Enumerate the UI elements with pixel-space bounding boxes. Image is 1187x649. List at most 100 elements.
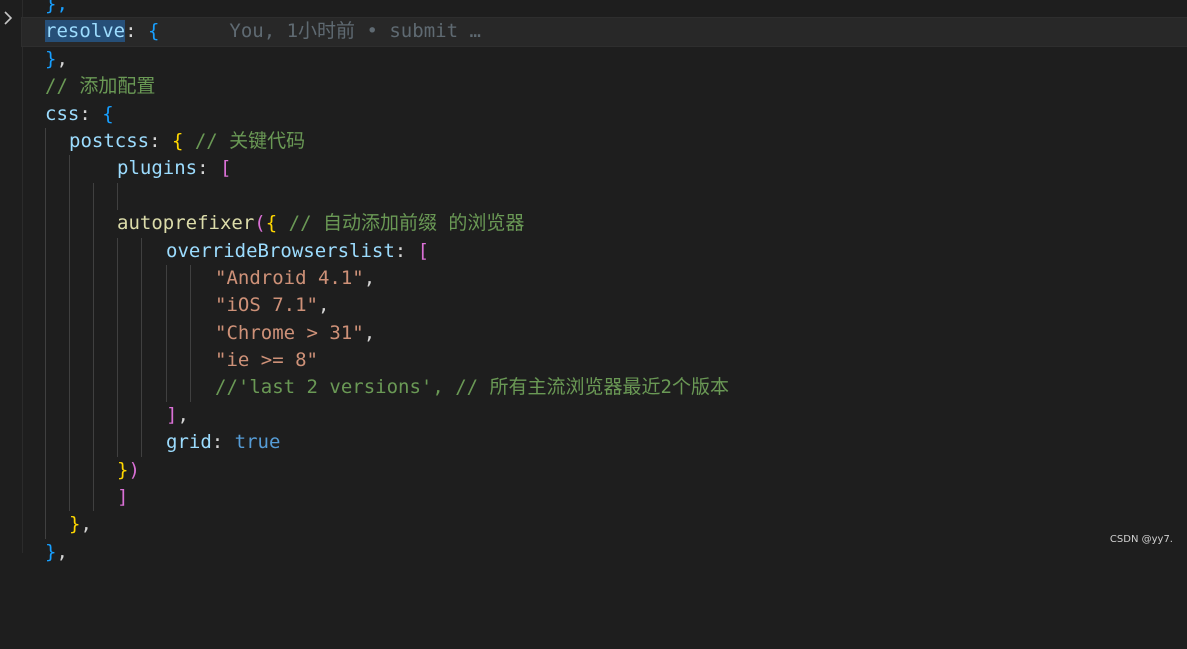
code-token: , [317, 294, 330, 317]
code-token: { [147, 20, 160, 43]
indent-guide [93, 237, 94, 265]
editor-gutter [0, 0, 23, 553]
code-token: : [125, 20, 148, 43]
code-token: { [102, 102, 114, 125]
indent-guide [190, 264, 191, 293]
code-token: autoprefixer [117, 212, 255, 235]
code-comment: // 添加配置 [45, 75, 156, 98]
code-comment: //'last 2 versions', // 所有主流浏览器最近2个版本 [215, 376, 729, 399]
code-token: postcss [69, 129, 150, 152]
code-token: : [197, 157, 220, 180]
indent-guide [93, 210, 94, 238]
code-token: : [149, 129, 172, 152]
indent-guide [45, 347, 46, 375]
indent-guide [45, 155, 46, 183]
code-line [22, 182, 1187, 211]
indent-guide [117, 292, 118, 320]
indent-guide [166, 374, 167, 402]
code-string: "Chrome > 31" [215, 321, 364, 344]
code-token: , [80, 513, 92, 536]
code-token: , [56, 540, 68, 563]
indent-guide [45, 429, 46, 457]
code-token: resolve [45, 20, 126, 43]
indent-guide [45, 182, 46, 211]
code-line: }, [22, 46, 1187, 73]
code-token: , [363, 321, 376, 344]
indent-guide [69, 264, 70, 293]
indent-guide [190, 374, 191, 402]
indent-guide [166, 319, 167, 348]
code-token: : [394, 239, 418, 262]
code-line: grid: true [22, 429, 1187, 457]
code-token: } [45, 540, 57, 563]
code-line: css: { [22, 101, 1187, 128]
indent-guide [45, 264, 46, 293]
indent-guide [190, 292, 191, 320]
indent-guide [117, 182, 118, 211]
code-token: [ [219, 157, 232, 180]
indent-guide [93, 292, 94, 320]
indent-guide [190, 347, 191, 375]
indent-guide [45, 456, 46, 485]
code-keyword: true [234, 431, 281, 454]
indent-guide [69, 347, 70, 375]
code-comment: // 关键代码 [183, 129, 306, 152]
indent-guide [166, 292, 167, 320]
code-token: ] [117, 486, 129, 509]
indent-guide [190, 319, 191, 348]
code-line: "iOS 7.1", [22, 292, 1187, 320]
chevron-right-icon[interactable] [2, 9, 16, 27]
indent-guide [166, 347, 167, 375]
code-line: }, [22, 0, 1187, 18]
indent-guide [93, 401, 94, 430]
code-comment: // 自动添加前缀 的浏览器 [277, 212, 525, 235]
indent-guide [141, 264, 142, 293]
indent-guide [93, 182, 94, 211]
code-token: { [171, 129, 184, 152]
code-token: [ [417, 239, 430, 262]
code-token: } [117, 458, 129, 481]
code-string: "Android 4.1" [215, 266, 364, 289]
code-token: , [56, 47, 68, 70]
indent-guide [69, 155, 70, 183]
indent-guide [45, 511, 46, 539]
indent-guide [69, 374, 70, 402]
indent-guide [69, 210, 70, 238]
indent-guide [117, 319, 118, 348]
indent-guide [141, 429, 142, 457]
code-line: "Android 4.1", [22, 264, 1187, 293]
indent-guide [141, 292, 142, 320]
indent-guide [45, 237, 46, 265]
code-line: // 添加配置 [22, 73, 1187, 100]
indent-guide [93, 374, 94, 402]
indent-guide [141, 347, 142, 375]
indent-guide [69, 319, 70, 348]
code-token: ] [166, 403, 178, 426]
code-line: ], [22, 401, 1187, 430]
code-string: "ie >= 8" [215, 349, 318, 372]
code-line-current: resolve: { You, 1小时前 • submit … [21, 17, 1187, 47]
code-token: }, [45, 0, 68, 15]
indent-guide [69, 401, 70, 430]
code-line: overrideBrowserslist: [ [22, 237, 1187, 265]
indent-guide [166, 264, 167, 293]
indent-guide [93, 264, 94, 293]
git-blame-annotation: You, 1小时前 • submit … [229, 20, 481, 43]
indent-guide [141, 374, 142, 402]
code-string: "iOS 7.1" [215, 294, 318, 317]
code-line: "Chrome > 31", [22, 319, 1187, 348]
indent-guide [45, 374, 46, 402]
indent-guide [93, 484, 94, 512]
indent-guide [69, 182, 70, 211]
code-token: : [211, 431, 235, 454]
code-token: , [363, 266, 376, 289]
indent-guide [45, 127, 46, 156]
indent-guide [45, 401, 46, 430]
indent-guide [93, 456, 94, 485]
code-token: overrideBrowserslist [166, 239, 395, 262]
code-editor[interactable]: }, resolve: { You, 1小时前 • submit … }, // … [0, 0, 1187, 563]
code-line: }, [22, 511, 1187, 539]
code-line: plugins: [ [22, 155, 1187, 183]
indent-guide [117, 264, 118, 293]
indent-guide [45, 292, 46, 320]
